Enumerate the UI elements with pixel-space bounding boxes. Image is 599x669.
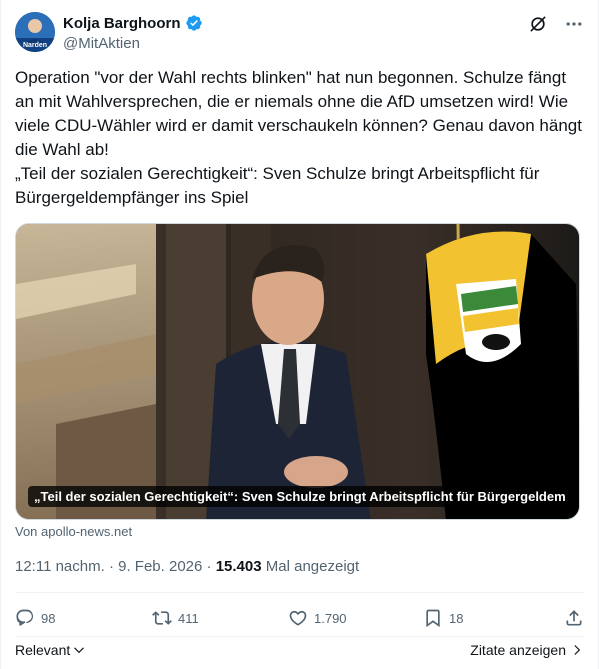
card-caption: „Teil der sozialen Gerechtigkeit“: Sven …	[28, 486, 566, 507]
avatar[interactable]: Narden	[15, 12, 55, 52]
card-source[interactable]: Von apollo-news.net	[15, 524, 132, 539]
divider	[15, 636, 584, 637]
chevron-down-icon	[72, 643, 86, 657]
bookmark-button[interactable]: 18	[423, 608, 463, 628]
view-label: Mal angezeigt	[265, 558, 360, 575]
link-card[interactable]: „Teil der sozialen Gerechtigkeit“: Sven …	[15, 223, 580, 520]
quotes-label: Zitate anzeigen	[470, 642, 566, 658]
avatar-badge-text: Narden	[23, 42, 47, 49]
chevron-right-icon	[570, 643, 584, 657]
sort-label: Relevant	[15, 642, 71, 658]
meta-separator: ·	[206, 558, 212, 575]
display-name-row: Kolja Barghoorn	[63, 14, 203, 32]
repost-count: 411	[178, 610, 199, 626]
tweet-date[interactable]: 9. Feb. 2026	[118, 558, 202, 575]
reply-icon	[15, 608, 35, 628]
reply-count: 98	[41, 610, 56, 626]
divider	[15, 592, 584, 593]
repost-icon	[152, 608, 172, 628]
author-display-name[interactable]: Kolja Barghoorn	[63, 15, 181, 32]
meta-separator: ·	[108, 558, 114, 575]
replies-footer: Relevant Zitate anzeigen	[15, 640, 584, 662]
view-quotes-link[interactable]: Zitate anzeigen	[470, 642, 584, 658]
tweet-meta: 12:11 nachm. · 9. Feb. 2026 · 15.403 Mal…	[15, 558, 359, 575]
view-count: 15.403	[215, 558, 262, 575]
more-icon[interactable]	[564, 14, 584, 34]
like-button[interactable]: 1.790	[288, 608, 347, 628]
tweet-header: Narden Kolja Barghoorn @MitAktien	[15, 12, 584, 56]
tweet-text: Operation "vor der Wahl rechts blinken" …	[15, 68, 582, 207]
author-handle[interactable]: @MitAktien	[63, 35, 203, 52]
heart-icon	[288, 608, 308, 628]
action-bar: 98 411 1.790 18	[15, 608, 584, 632]
share-button[interactable]	[564, 608, 584, 628]
reply-button[interactable]: 98	[15, 608, 55, 628]
card-image	[16, 224, 579, 519]
tweet-container: Narden Kolja Barghoorn @MitAktien Operat…	[0, 0, 599, 669]
sort-dropdown[interactable]: Relevant	[15, 642, 86, 658]
tweet-time[interactable]: 12:11 nachm.	[15, 558, 105, 575]
avatar-image: Narden	[15, 12, 55, 52]
verified-badge-icon[interactable]	[185, 14, 203, 32]
like-count: 1.790	[314, 610, 347, 626]
repost-button[interactable]: 411	[152, 608, 199, 628]
bookmark-icon	[423, 608, 443, 628]
bookmark-count: 18	[449, 610, 464, 626]
header-actions	[528, 14, 584, 34]
author-names: Kolja Barghoorn @MitAktien	[63, 14, 203, 52]
share-icon	[564, 608, 584, 628]
grok-icon[interactable]	[528, 14, 548, 34]
